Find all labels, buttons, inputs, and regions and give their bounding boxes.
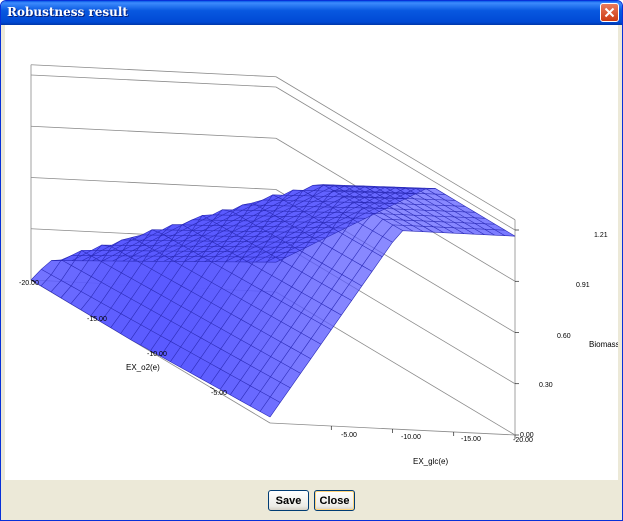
z-tick-label: 0.30 xyxy=(539,382,553,389)
close-button[interactable]: Close xyxy=(314,490,355,511)
button-bar: Save Close xyxy=(1,481,622,520)
y-axis-label: EX_glc(e) xyxy=(413,457,448,466)
z-axis-label: Biomass xyxy=(589,340,618,349)
x-tick-mark xyxy=(210,386,215,390)
x-tick-label: -10.00 xyxy=(147,351,167,358)
wall-edge xyxy=(30,64,277,78)
title-bar[interactable]: Robustness result xyxy=(1,1,622,25)
z-tick-label: 0.60 xyxy=(557,333,571,340)
save-button[interactable]: Save xyxy=(268,490,309,511)
wall-gridline xyxy=(30,125,277,139)
x-tick-label: -15.00 xyxy=(87,316,107,323)
z-tick-label: 0.00 xyxy=(520,432,534,439)
wall-gridline xyxy=(30,74,277,88)
chart-panel: -20.00 -15.00 -10.00 -5.00 -5.00 -10.00 … xyxy=(5,25,618,480)
robustness-result-window: Robustness result -20.00 -15.00 -10.00 -… xyxy=(0,0,623,521)
y-tick-label: -15.00 xyxy=(461,436,481,443)
close-icon xyxy=(604,7,615,18)
z-tick-label: 0.91 xyxy=(576,282,590,289)
x-axis-label: EX_o2(e) xyxy=(126,363,160,372)
x-tick-label: -20.00 xyxy=(19,280,39,287)
wall-gridline xyxy=(30,177,277,190)
window-close-button[interactable] xyxy=(600,3,619,22)
y-tick-label: -10.00 xyxy=(401,434,421,441)
surface-plot: -20.00 -15.00 -10.00 -5.00 -5.00 -10.00 … xyxy=(19,64,618,466)
window-title: Robustness result xyxy=(7,5,128,19)
y-tick-label: -5.00 xyxy=(341,432,357,439)
z-tick-label: 1.21 xyxy=(594,232,608,239)
x-tick-label: -5.00 xyxy=(211,390,227,397)
